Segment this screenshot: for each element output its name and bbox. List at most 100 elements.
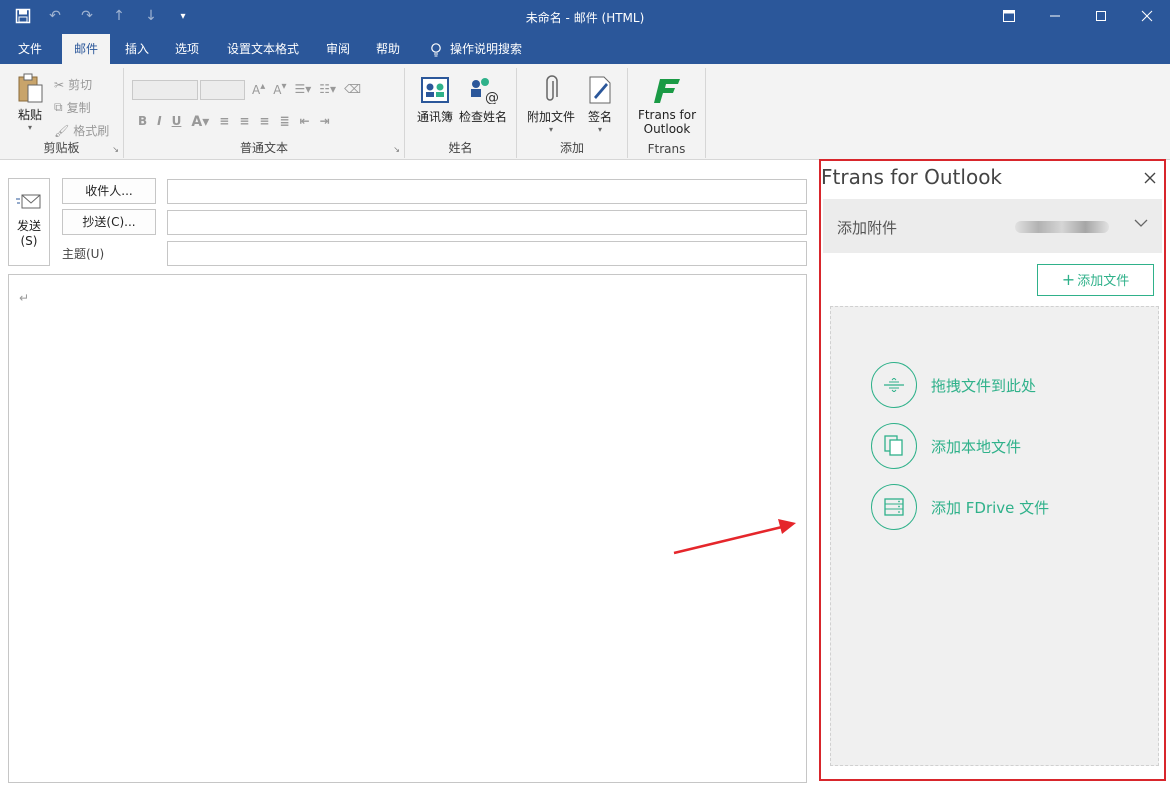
dialog-launcher-icon[interactable]: ↘ bbox=[112, 145, 119, 154]
format-row: B I U A▾ ≡ ≡ ≡ ≣ ⇤ ⇥ bbox=[138, 114, 330, 130]
paste-label: 粘贴 bbox=[17, 108, 42, 122]
justify-icon[interactable]: ≣ bbox=[279, 114, 289, 130]
decrease-indent-icon[interactable]: ⇤ bbox=[300, 114, 310, 130]
tab-options[interactable]: 选项 bbox=[163, 34, 211, 64]
cc-button[interactable]: 抄送(C)... bbox=[62, 209, 156, 235]
paste-button[interactable]: 粘贴 ▾ bbox=[10, 72, 50, 132]
address-book-label: 通讯簿 bbox=[416, 110, 453, 124]
align-left-icon[interactable]: ≡ bbox=[219, 114, 229, 130]
grow-font-icon[interactable]: A▴ bbox=[252, 81, 265, 97]
increase-indent-icon[interactable]: ⇥ bbox=[320, 114, 330, 130]
check-names-button[interactable]: @ 检查姓名 bbox=[457, 74, 509, 125]
check-names-label: 检查姓名 bbox=[458, 110, 507, 124]
subject-field[interactable] bbox=[167, 241, 807, 266]
ribbon-display-options-icon[interactable] bbox=[986, 0, 1032, 32]
pane-close-icon[interactable] bbox=[1144, 169, 1156, 188]
cc-field[interactable] bbox=[167, 210, 807, 235]
numbering-icon[interactable]: ☷▾ bbox=[319, 82, 336, 96]
drag-drop-icon bbox=[871, 362, 917, 408]
minimize-icon[interactable] bbox=[1032, 0, 1078, 32]
basic-text-group-label: 普通文本 bbox=[239, 141, 288, 155]
basic-text-group: A▴ A▾ ☰▾ ☷▾ ⌫ B I U A▾ ≡ ≡ ≡ ≣ ⇤ ⇥ 普通文本 … bbox=[124, 68, 405, 158]
cut-button[interactable]: ✂ 剪切 bbox=[54, 76, 92, 93]
signature-label: 签名 bbox=[587, 110, 612, 124]
paste-dropdown-icon[interactable]: ▾ bbox=[10, 123, 50, 132]
svg-text:@: @ bbox=[485, 90, 499, 104]
add-file-button[interactable]: + 添加文件 bbox=[1037, 264, 1154, 296]
paste-icon bbox=[14, 72, 46, 104]
address-book-icon bbox=[419, 74, 451, 106]
tab-help[interactable]: 帮助 bbox=[364, 34, 412, 64]
ftrans-logo-icon bbox=[651, 74, 683, 106]
copy-label: 复制 bbox=[66, 101, 91, 115]
add-fdrive-file-action[interactable]: 添加 FDrive 文件 bbox=[871, 484, 1049, 530]
tab-review[interactable]: 审阅 bbox=[314, 34, 362, 64]
attach-label: 添加附件 bbox=[837, 219, 898, 237]
add-local-file-label: 添加本地文件 bbox=[931, 437, 1022, 456]
local-files-icon bbox=[871, 423, 917, 469]
annotation-arrow bbox=[673, 519, 796, 555]
dialog-launcher-icon[interactable]: ↘ bbox=[393, 145, 400, 154]
tab-file[interactable]: 文件 bbox=[6, 34, 54, 64]
close-icon[interactable] bbox=[1124, 0, 1170, 32]
shrink-font-icon[interactable]: A▾ bbox=[273, 81, 286, 97]
signature-icon bbox=[584, 74, 616, 106]
paperclip-icon bbox=[535, 74, 567, 106]
italic-button[interactable]: I bbox=[157, 114, 161, 130]
align-right-icon[interactable]: ≡ bbox=[259, 114, 269, 130]
send-envelope-icon bbox=[9, 193, 49, 217]
drop-zone[interactable]: 拖拽文件到此处 添加本地文件 添加 FDrive 文件 bbox=[830, 306, 1159, 766]
attach-header[interactable]: 添加附件 bbox=[823, 199, 1162, 253]
ftrans-button-label-2: Outlook bbox=[643, 122, 691, 136]
lightbulb-icon bbox=[430, 34, 442, 64]
copy-button[interactable]: ⧉ 复制 bbox=[54, 99, 91, 116]
include-group: 附加文件 ▾ 签名 ▾ 添加 bbox=[517, 68, 628, 158]
font-name-combo[interactable] bbox=[132, 80, 198, 100]
format-painter-button[interactable]: 🖌 格式刷 bbox=[54, 122, 109, 139]
format-painter-label: 格式刷 bbox=[73, 124, 110, 138]
underline-button[interactable]: U bbox=[172, 114, 182, 130]
ftrans-group: Ftrans for Outlook Ftrans bbox=[628, 68, 706, 158]
attach-dropdown-icon[interactable]: ▾ bbox=[525, 125, 577, 134]
drag-drop-action[interactable]: 拖拽文件到此处 bbox=[871, 362, 1036, 408]
account-indicator bbox=[1015, 221, 1109, 233]
copy-icon: ⧉ bbox=[54, 100, 63, 114]
chevron-down-icon[interactable] bbox=[1134, 215, 1148, 231]
to-field[interactable] bbox=[167, 179, 807, 204]
tab-message[interactable]: 邮件 bbox=[62, 34, 111, 64]
bullets-icon[interactable]: ☰▾ bbox=[295, 82, 312, 96]
add-fdrive-file-label: 添加 FDrive 文件 bbox=[931, 498, 1050, 517]
clipboard-group: 粘贴 ▾ ✂ 剪切 ⧉ 复制 🖌 格式刷 剪贴板 ↘ bbox=[0, 68, 124, 158]
add-local-file-action[interactable]: 添加本地文件 bbox=[871, 423, 1021, 469]
pane-title: Ftrans for Outlook bbox=[821, 165, 1003, 189]
font-color-icon[interactable]: A▾ bbox=[191, 114, 209, 130]
title-bar: ↶ ↷ ↑ ↓ ▾ 未命名 - 邮件 (HTML) bbox=[0, 0, 1170, 34]
font-size-combo[interactable] bbox=[200, 80, 245, 100]
signature-button[interactable]: 签名 ▾ bbox=[581, 74, 619, 134]
signature-dropdown-icon[interactable]: ▾ bbox=[581, 125, 619, 134]
ftrans-for-outlook-button[interactable]: Ftrans for Outlook bbox=[632, 74, 702, 136]
attach-file-button[interactable]: 附加文件 ▾ bbox=[525, 74, 577, 134]
bold-button[interactable]: B bbox=[138, 114, 147, 130]
ftrans-task-pane: Ftrans for Outlook 添加附件 + 添加文件 拖拽文件到此处 添加… bbox=[819, 159, 1166, 781]
maximize-icon[interactable] bbox=[1078, 0, 1124, 32]
clipboard-group-label: 剪贴板 bbox=[43, 141, 80, 155]
tab-format-text[interactable]: 设置文本格式 bbox=[215, 34, 311, 64]
send-button[interactable]: 发送 (S) bbox=[8, 178, 50, 266]
address-book-button[interactable]: 通讯簿 bbox=[413, 74, 457, 125]
to-button[interactable]: 收件人... bbox=[62, 178, 156, 204]
font-size-row: A▴ A▾ ☰▾ ☷▾ ⌫ bbox=[252, 81, 361, 97]
scissors-icon: ✂ bbox=[54, 77, 65, 92]
ribbon: 粘贴 ▾ ✂ 剪切 ⧉ 复制 🖌 格式刷 剪贴板 ↘ A▴ A▾ ☰▾ ☷▾ ⌫ B … bbox=[0, 64, 1170, 221]
subject-label: 主题(U) bbox=[62, 247, 105, 261]
window-controls bbox=[986, 0, 1170, 32]
clear-format-icon[interactable]: ⌫ bbox=[344, 82, 361, 96]
tell-me-label: 操作说明搜索 bbox=[450, 42, 523, 56]
align-center-icon[interactable]: ≡ bbox=[239, 114, 249, 130]
check-names-icon: @ bbox=[467, 74, 499, 106]
cut-label: 剪切 bbox=[68, 78, 93, 92]
tab-insert[interactable]: 插入 bbox=[113, 34, 161, 64]
attach-file-label: 附加文件 bbox=[526, 110, 575, 124]
send-shortcut-label: (S) bbox=[20, 234, 38, 248]
tell-me-search[interactable]: 操作说明搜索 bbox=[418, 34, 534, 64]
